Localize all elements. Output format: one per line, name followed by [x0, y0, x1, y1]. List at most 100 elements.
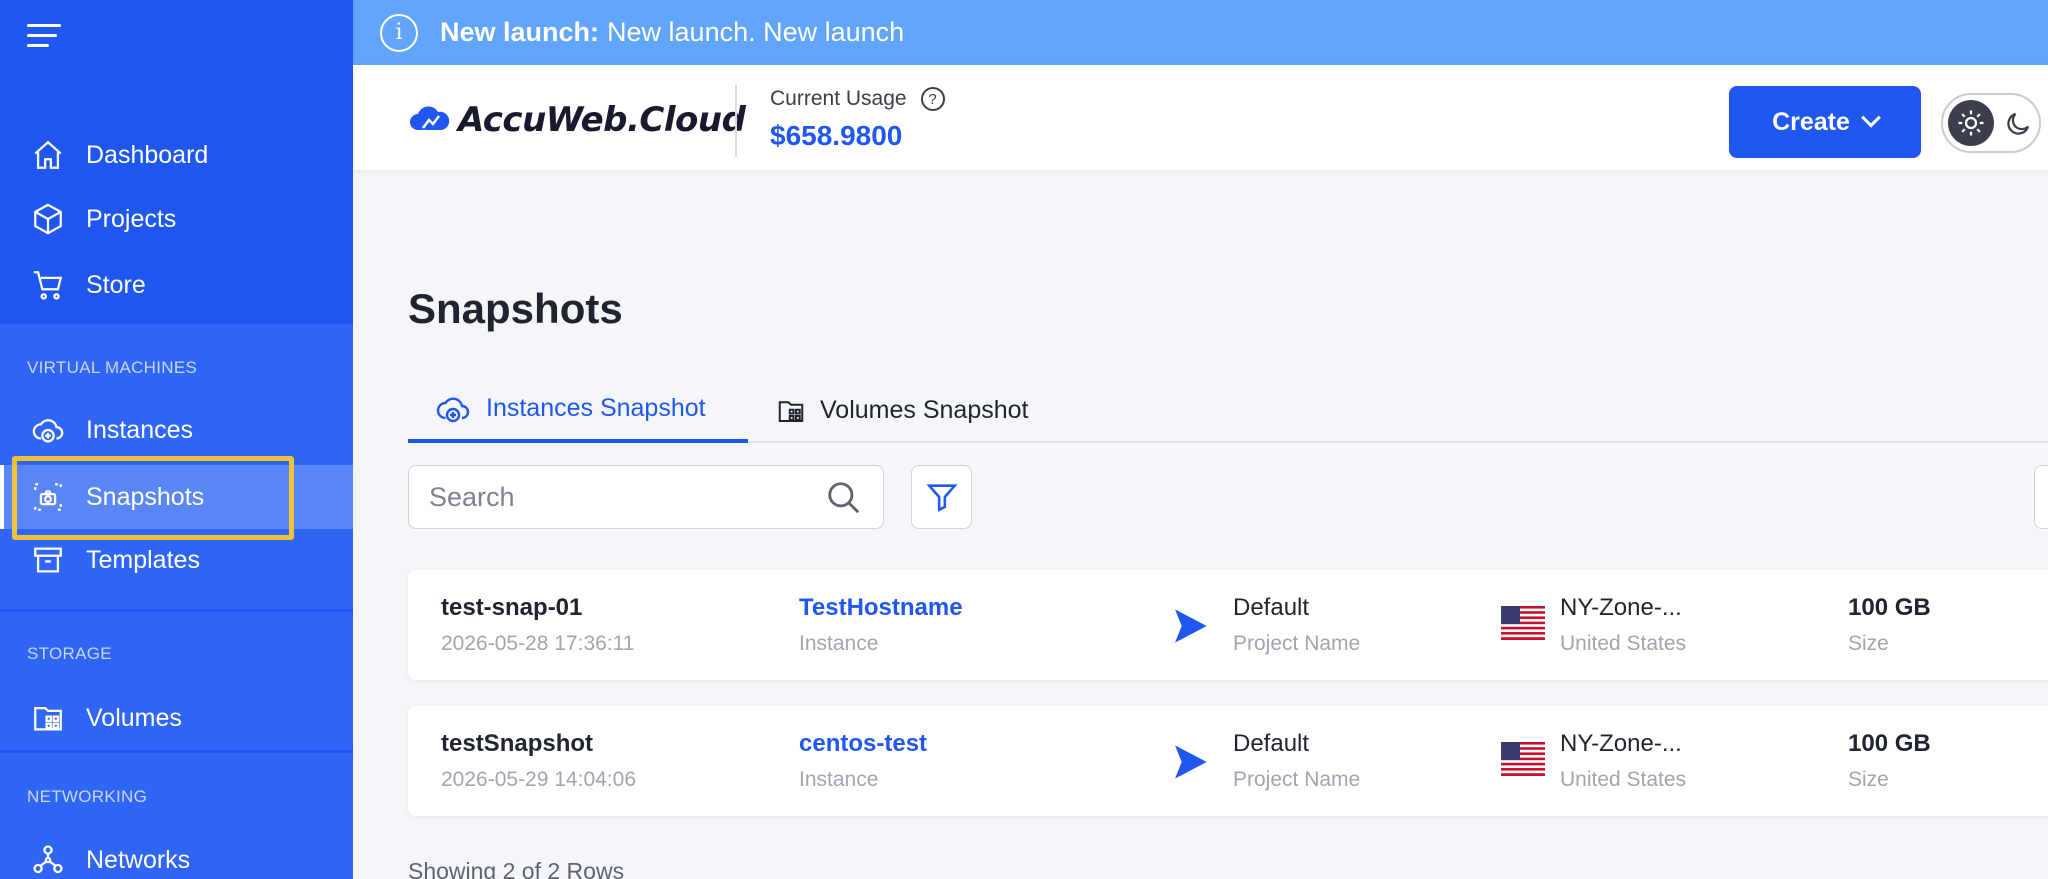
sidebar: Dashboard Projects Store VIRTUAL MACHINE…	[0, 0, 353, 879]
sun-icon	[1948, 100, 1994, 146]
snapshot-name: testSnapshot	[441, 730, 594, 757]
search-icon[interactable]	[825, 479, 863, 517]
project-label: Project Name	[1233, 632, 1361, 655]
sidebar-item-dashboard[interactable]: Dashboard	[0, 123, 353, 187]
section-label: STORAGE	[27, 644, 112, 663]
us-flag-icon	[1501, 606, 1545, 640]
help-icon[interactable]: ?	[920, 87, 945, 111]
instance-cell: centos-test Instance	[799, 730, 927, 792]
zone-cell: NY-Zone-... United States	[1560, 730, 1686, 792]
sidebar-item-label: Projects	[86, 204, 177, 233]
usage-label-text: Current Usage	[770, 87, 907, 110]
sidebar-item-instances[interactable]: Instances	[0, 398, 353, 462]
section-label: NETWORKING	[27, 787, 148, 806]
filter-button[interactable]	[911, 465, 972, 529]
usage-value: $658.9800	[770, 120, 903, 151]
tab-volumes-snapshot[interactable]: Volumes Snapshot	[776, 378, 1028, 443]
size-label: Size	[1848, 632, 1889, 655]
camera-frame-icon	[30, 479, 66, 515]
project-label: Project Name	[1233, 768, 1361, 791]
tab-label: Volumes Snapshot	[820, 396, 1029, 424]
sidebar-item-label: Instances	[86, 415, 194, 444]
row-count-text: Showing 2 of 2 Rows	[408, 858, 625, 879]
zone-country: United States	[1560, 632, 1687, 655]
table-row[interactable]: testSnapshot 2026-05-29 14:04:06 centos-…	[408, 706, 2048, 816]
info-icon: i	[380, 13, 418, 52]
header-divider	[735, 85, 737, 157]
sidebar-item-label: Dashboard	[86, 140, 209, 169]
zone-cell: NY-Zone-... United States	[1560, 594, 1686, 656]
top-header: AccuWeb.Cloud Current Usage ? $658.9800 …	[353, 65, 2048, 170]
us-flag-icon	[1501, 742, 1545, 776]
banner-title: New launch:	[440, 17, 600, 47]
zone-country: United States	[1560, 768, 1687, 791]
snapshot-date: 2026-05-28 17:36:11	[441, 632, 635, 655]
search-input[interactable]: Search	[408, 465, 884, 529]
size-cell: 100 GB Size	[1848, 730, 1931, 792]
tab-bar: Instances Snapshot Volumes Snapshot	[408, 378, 2048, 443]
send-icon	[1175, 745, 1207, 779]
logo-text: AccuWeb.Cloud	[458, 100, 746, 140]
sidebar-item-label: Snapshots	[86, 482, 205, 511]
logo[interactable]: AccuWeb.Cloud	[408, 100, 746, 140]
snapshot-name-cell: test-snap-01 2026-05-28 17:36:11	[441, 594, 634, 656]
sidebar-item-store[interactable]: Store	[0, 253, 353, 317]
archive-icon	[30, 542, 66, 578]
table-row[interactable]: test-snap-01 2026-05-28 17:36:11 TestHos…	[408, 570, 2048, 680]
instance-link[interactable]: TestHostname	[799, 594, 963, 622]
sidebar-item-projects[interactable]: Projects	[0, 187, 353, 251]
sidebar-item-volumes[interactable]: Volumes	[0, 686, 353, 750]
size-value: 100 GB	[1848, 594, 1931, 621]
size-cell: 100 GB Size	[1848, 594, 1931, 656]
sidebar-item-networks[interactable]: Networks	[0, 828, 353, 879]
menu-toggle-icon[interactable]	[27, 24, 63, 52]
cart-icon	[30, 267, 66, 303]
sidebar-item-label: Networks	[86, 845, 191, 874]
instance-label: Instance	[799, 768, 879, 791]
instance-link[interactable]: centos-test	[799, 730, 927, 758]
announcement-banner: i New launch: New launch. New launch	[353, 0, 2048, 65]
banner-message: New launch. New launch	[607, 17, 905, 47]
usage-label: Current Usage ?	[770, 87, 945, 111]
toolbar-button[interactable]	[2034, 465, 2048, 529]
search-placeholder: Search	[429, 481, 515, 512]
section-label: VIRTUAL MACHINES	[27, 358, 198, 377]
sidebar-item-templates[interactable]: Templates	[0, 528, 353, 592]
snapshot-name-cell: testSnapshot 2026-05-29 14:04:06	[441, 730, 636, 792]
tab-instances-snapshot[interactable]: Instances Snapshot	[408, 378, 748, 443]
cloud-plus-icon	[30, 412, 66, 448]
zone-name: NY-Zone-...	[1560, 594, 1682, 621]
theme-toggle[interactable]	[1941, 93, 2041, 153]
project-cell: Default Project Name	[1233, 594, 1360, 656]
cloud-plus-icon	[436, 397, 470, 422]
folder-grid-icon	[778, 400, 804, 422]
tab-label: Instances Snapshot	[486, 394, 706, 422]
instance-cell: TestHostname Instance	[799, 594, 963, 656]
moon-icon	[2007, 112, 2030, 135]
snapshot-date: 2026-05-29 14:04:06	[441, 768, 636, 791]
sidebar-item-label: Store	[86, 270, 146, 299]
send-icon	[1175, 609, 1207, 643]
page-title: Snapshots	[408, 285, 623, 332]
project-name: Default	[1233, 594, 1310, 621]
folder-grid-icon	[30, 700, 66, 736]
sidebar-item-snapshots[interactable]: Snapshots	[0, 465, 353, 529]
network-icon	[30, 842, 66, 878]
project-cell: Default Project Name	[1233, 730, 1360, 792]
filter-icon	[925, 484, 958, 512]
size-label: Size	[1848, 768, 1889, 791]
size-value: 100 GB	[1848, 730, 1931, 757]
cube-icon	[30, 201, 66, 237]
chevron-down-icon	[1861, 107, 1881, 128]
sidebar-item-label: Templates	[86, 545, 200, 574]
snapshot-name: test-snap-01	[441, 594, 583, 621]
cloud-logo-icon	[410, 106, 450, 130]
sidebar-item-label: Volumes	[86, 703, 182, 732]
instance-label: Instance	[799, 632, 879, 655]
zone-name: NY-Zone-...	[1560, 730, 1682, 757]
active-indicator	[0, 465, 4, 529]
create-button-label: Create	[1772, 107, 1850, 136]
home-icon	[30, 137, 66, 173]
project-name: Default	[1233, 730, 1310, 757]
create-button[interactable]: Create	[1729, 86, 1921, 158]
